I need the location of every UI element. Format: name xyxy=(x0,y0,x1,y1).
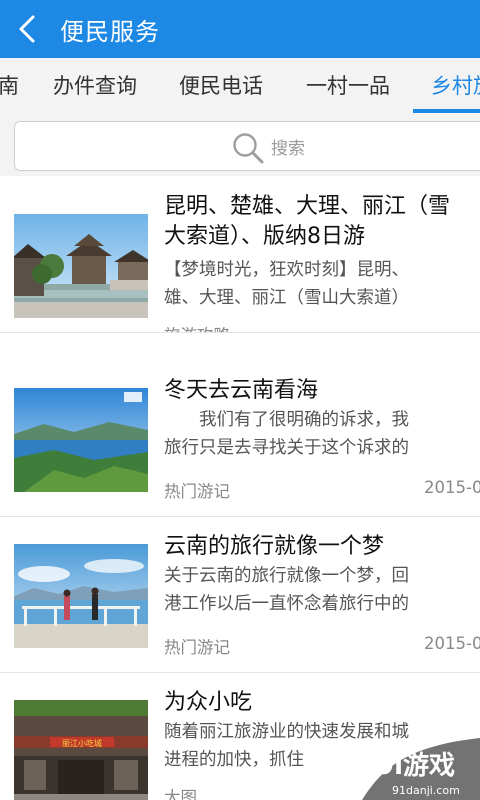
shop-sign-text: 丽江小吃城 xyxy=(62,738,102,748)
article-summary: 关于云南的旅行就像一个梦，回 港工作以后一直怀念着旅行中的 xyxy=(164,562,480,618)
back-button[interactable] xyxy=(0,0,54,58)
category-tabs: 南 办件查询 便民电话 一村一品 乡村旅 xyxy=(0,58,480,115)
watermark-brand: 9l游戏 xyxy=(376,751,455,781)
article-category: 热门游记 xyxy=(164,482,230,501)
summary-line: 【梦境时光，狂欢时刻】昆明、 xyxy=(164,260,409,280)
article-category: 旅游攻略 xyxy=(164,322,230,332)
thumbnail-image xyxy=(14,214,148,318)
tab-phone[interactable]: 便民电话 xyxy=(179,58,263,114)
list-item[interactable]: 昆明、楚雄、大理、丽江（雪 大索道）、版纳8日游 【梦境时光，狂欢时刻】昆明、 … xyxy=(0,176,480,333)
article-title: 云南的旅行就像一个梦 xyxy=(164,532,480,562)
article-category: 大图 xyxy=(164,788,197,800)
app-header: 便民服务 xyxy=(0,0,480,58)
list-item[interactable]: 云南的旅行就像一个梦 关于云南的旅行就像一个梦，回 港工作以后一直怀念着旅行中的… xyxy=(0,516,480,673)
watermark-url: 91danji.com xyxy=(392,784,460,797)
article-title: 为众小吃 xyxy=(164,688,480,718)
title-line: 冬天去云南看海 xyxy=(164,378,319,403)
article-summary: 【梦境时光，狂欢时刻】昆明、 雄、大理、丽江（雪山大索道） xyxy=(164,256,480,312)
title-line: 为众小吃 xyxy=(164,690,253,715)
title-line: 昆明、楚雄、大理、丽江（雪 xyxy=(164,194,451,219)
article-summary: 我们有了很明确的诉求，我 旅行只是去寻找关于这个诉求的 xyxy=(164,406,480,462)
thumbnail-image: 丽江小吃城 xyxy=(14,700,148,800)
thumbnail-image xyxy=(14,388,148,492)
article-category: 热门游记 xyxy=(164,638,230,657)
summary-line: 我们有了很明确的诉求，我 xyxy=(164,410,409,430)
search-icon xyxy=(233,133,264,164)
summary-line: 雄、大理、丽江（雪山大索道） xyxy=(164,288,409,308)
article-title: 昆明、楚雄、大理、丽江（雪 大索道）、版纳8日游 xyxy=(164,192,480,252)
article-title: 冬天去云南看海 xyxy=(164,376,480,406)
back-arrow-icon xyxy=(19,15,35,43)
page-title: 便民服务 xyxy=(60,17,160,46)
search-bar-area: 搜索 xyxy=(0,114,480,176)
search-placeholder: 搜索 xyxy=(271,139,305,159)
summary-line: 旅行只是去寻找关于这个诉求的 xyxy=(164,438,409,458)
tab-partial-left[interactable]: 南 xyxy=(0,58,19,114)
active-tab-indicator xyxy=(413,109,480,113)
title-line: 大索道）、版纳8日游 xyxy=(164,224,365,249)
tab-query[interactable]: 办件查询 xyxy=(53,58,137,114)
tab-rural-travel[interactable]: 乡村旅 xyxy=(431,58,480,114)
title-line: 云南的旅行就像一个梦 xyxy=(164,534,385,559)
thumbnail-image xyxy=(14,544,148,648)
article-date: 2015-0 xyxy=(424,634,480,653)
summary-line: 港工作以后一直怀念着旅行中的 xyxy=(164,594,409,614)
list-item[interactable]: 冬天去云南看海 我们有了很明确的诉求，我 旅行只是去寻找关于这个诉求的 热门游记… xyxy=(0,360,480,517)
site-watermark-logo: 9l游戏 91danji.com xyxy=(362,738,480,800)
app-screen: 便民服务 南 办件查询 便民电话 一村一品 乡村旅 搜索 xyxy=(0,0,480,800)
summary-line: 关于云南的旅行就像一个梦，回 xyxy=(164,566,409,586)
tab-village-product[interactable]: 一村一品 xyxy=(306,58,390,114)
article-date: 2015-0 xyxy=(424,478,480,497)
search-input[interactable]: 搜索 xyxy=(14,121,480,171)
